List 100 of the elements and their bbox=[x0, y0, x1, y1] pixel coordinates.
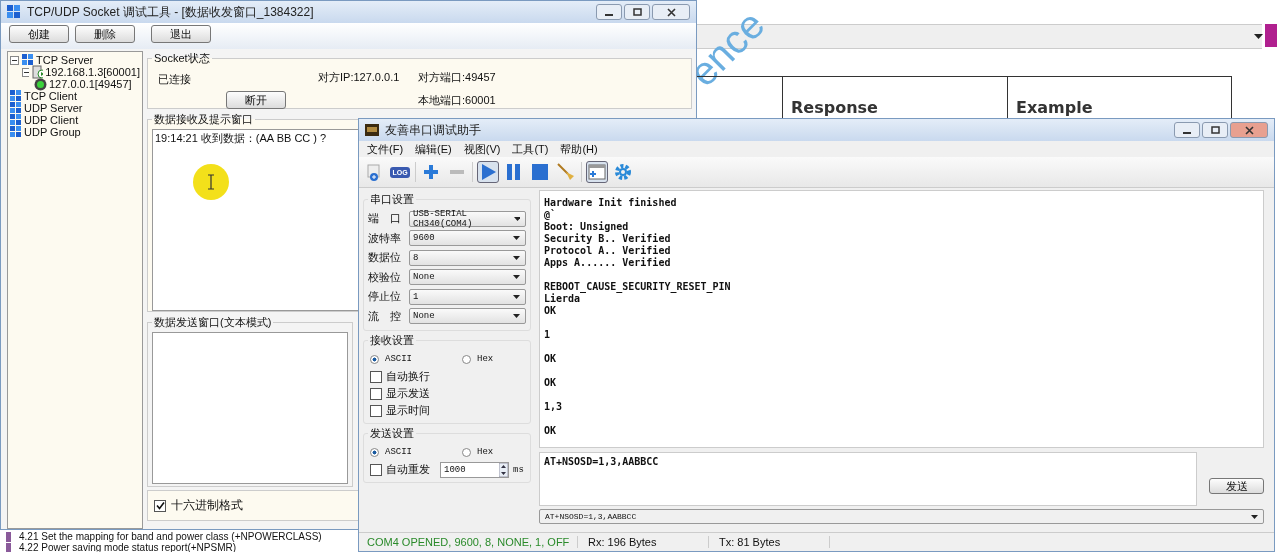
pause-icon bbox=[506, 163, 522, 181]
menu-item[interactable]: 帮助(H) bbox=[560, 141, 598, 157]
field-label: 波特率 bbox=[368, 230, 402, 246]
dropdown[interactable]: 8 bbox=[409, 249, 526, 266]
radio-button[interactable] bbox=[462, 354, 471, 364]
server-icon bbox=[32, 65, 44, 79]
window-title: TCP/UDP Socket 调试工具 - [数据收发窗口_1384322] bbox=[27, 3, 315, 21]
caret-icon bbox=[513, 236, 520, 241]
menu-item[interactable]: 编辑(E) bbox=[415, 141, 452, 157]
checkbox[interactable] bbox=[370, 463, 382, 476]
stop-button[interactable] bbox=[529, 161, 551, 183]
toolbar-button[interactable]: 退出 bbox=[151, 25, 211, 43]
output-line: Protocol A.. Verified bbox=[544, 245, 672, 257]
plus-icon bbox=[423, 164, 439, 180]
toolbar-button[interactable]: 创建 bbox=[9, 25, 69, 43]
settings-button[interactable] bbox=[612, 161, 634, 183]
app-icon bbox=[365, 124, 379, 136]
field-label: 端 口 bbox=[368, 211, 402, 227]
tree-item[interactable]: 127.0.0.1[49457] bbox=[49, 78, 132, 90]
menu-item[interactable]: 文件(F) bbox=[367, 141, 404, 157]
grid-icon bbox=[10, 90, 22, 102]
output-line: OK bbox=[544, 376, 558, 389]
grid-icon bbox=[10, 102, 22, 114]
caret-icon bbox=[1251, 514, 1258, 519]
output-line: Hardware Init finished bbox=[544, 197, 678, 209]
dropdown[interactable]: 9600 bbox=[409, 230, 526, 247]
group-title: 数据接收及提示窗口 bbox=[153, 113, 254, 127]
group-title: 接收设置 bbox=[369, 333, 415, 348]
checkbox-label: 十六进制格式 bbox=[171, 497, 243, 514]
tree-item[interactable]: 192.168.1.3[60001] bbox=[45, 66, 140, 78]
tree-item[interactable]: UDP Group bbox=[24, 126, 81, 138]
close-icon bbox=[666, 7, 676, 17]
maximize-button[interactable] bbox=[624, 4, 650, 20]
maximize-icon bbox=[1210, 125, 1220, 135]
tree-item[interactable]: TCP Client bbox=[24, 90, 77, 102]
send-input[interactable] bbox=[152, 332, 348, 484]
dropdown[interactable]: 1 bbox=[409, 288, 526, 305]
play-button[interactable] bbox=[477, 161, 499, 183]
radio-button[interactable] bbox=[370, 354, 379, 364]
connection-status: 已连接 bbox=[158, 72, 192, 87]
table-header: Example bbox=[1016, 97, 1093, 117]
output-line: REBOOT_CAUSE_SECURITY_RESET_PIN bbox=[544, 280, 732, 293]
close-button[interactable] bbox=[652, 4, 690, 20]
add-window-icon bbox=[588, 164, 606, 180]
caret-icon bbox=[513, 255, 520, 260]
window-title: 友善串口调试助手 bbox=[385, 121, 482, 139]
table-header: Response bbox=[791, 97, 878, 117]
cursor-highlight-icon bbox=[193, 164, 229, 200]
command-input[interactable]: AT+NSOSD=1,3,AABBCC bbox=[539, 452, 1197, 506]
radio-button[interactable] bbox=[370, 447, 379, 457]
menu-item[interactable]: 工具(T) bbox=[512, 141, 549, 157]
tx-count: Tx: 81 Bytes bbox=[708, 536, 830, 548]
collapse-icon[interactable] bbox=[22, 67, 30, 77]
checkbox-label: 自动换行 bbox=[386, 369, 430, 384]
disconnect-button[interactable]: 断开 bbox=[226, 91, 286, 109]
tree-item[interactable]: UDP Server bbox=[24, 102, 83, 114]
group-title: 数据发送窗口(文本模式) bbox=[152, 315, 274, 330]
minimize-button[interactable] bbox=[1174, 122, 1200, 138]
group-title: 串口设置 bbox=[369, 192, 415, 207]
checkbox[interactable] bbox=[370, 404, 382, 417]
tree-item[interactable]: TCP Server bbox=[36, 54, 94, 66]
output-line: Security B.. Verified bbox=[544, 233, 672, 245]
send-button[interactable]: 发送 bbox=[1209, 478, 1264, 494]
dropdown[interactable]: None bbox=[409, 269, 526, 286]
output-line: @` bbox=[544, 209, 558, 221]
interval-spinbox[interactable]: 1000 bbox=[440, 461, 509, 478]
output-line: OK bbox=[544, 352, 558, 365]
dropdown[interactable]: None bbox=[409, 308, 526, 325]
port-status: COM4 OPENED, 9600, 8, NONE, 1, OFF bbox=[366, 536, 571, 548]
collapse-icon[interactable] bbox=[10, 55, 19, 65]
radio-button[interactable] bbox=[462, 447, 471, 457]
history-dropdown[interactable]: AT+NSOSD=1,3,AABBCC bbox=[539, 509, 1264, 524]
maximize-button[interactable] bbox=[1202, 122, 1228, 138]
spin-arrows-icon[interactable] bbox=[499, 462, 508, 477]
output-line: Apps A...... Verified bbox=[544, 257, 672, 269]
minimize-button[interactable] bbox=[596, 4, 622, 20]
close-button[interactable] bbox=[1230, 122, 1268, 138]
toolbar-button[interactable]: 删除 bbox=[75, 25, 135, 43]
menu-item[interactable]: 视图(V) bbox=[463, 141, 501, 157]
output-line: 1 bbox=[544, 328, 552, 341]
minimize-icon bbox=[1183, 132, 1191, 134]
radio-label: ASCII bbox=[385, 447, 412, 457]
outline-item[interactable]: 4.21 Set the mapping for band and power class (+NPOWERCLASS) bbox=[19, 531, 322, 542]
tree-item[interactable]: UDP Client bbox=[24, 114, 79, 126]
radio-label: Hex bbox=[477, 354, 494, 364]
dropdown-arrow-icon[interactable] bbox=[1254, 34, 1263, 40]
gear-icon bbox=[614, 163, 632, 181]
local-port-label: 本地端口:60001 bbox=[418, 92, 497, 108]
caret-icon bbox=[513, 294, 520, 299]
checkbox[interactable] bbox=[370, 387, 382, 400]
peer-port-label: 对方端口:49457 bbox=[418, 70, 497, 85]
add-window-button[interactable] bbox=[586, 161, 608, 183]
checkbox[interactable] bbox=[154, 499, 166, 512]
field-label: 校验位 bbox=[368, 269, 402, 285]
checkbox-label: 显示时间 bbox=[386, 403, 430, 418]
dropdown[interactable]: USB-SERIAL CH340(COM4) bbox=[409, 210, 526, 227]
radio-label: ASCII bbox=[385, 354, 412, 364]
broom-button[interactable] bbox=[555, 161, 577, 183]
checkbox[interactable] bbox=[370, 370, 382, 383]
broom-icon bbox=[556, 162, 576, 182]
